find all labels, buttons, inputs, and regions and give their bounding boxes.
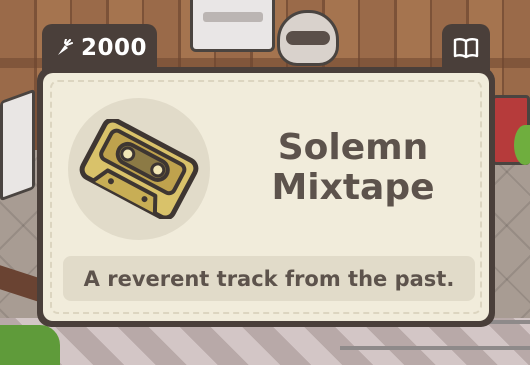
appliance-decoration xyxy=(190,0,275,52)
item-detail-card: Solemn Mixtape A reverent track from the… xyxy=(37,67,495,327)
grass-patch xyxy=(0,325,60,365)
raccoon-character xyxy=(277,10,339,66)
open-book-icon xyxy=(453,37,479,58)
item-name-line-2: Mixtape xyxy=(271,167,435,208)
currency-counter: 2000 xyxy=(42,24,157,71)
carrot-icon xyxy=(58,38,73,55)
currency-value: 2000 xyxy=(81,34,148,61)
item-description: A reverent track from the past. xyxy=(63,256,475,301)
white-chair xyxy=(0,88,35,202)
item-detail-panel: Solemn Mixtape A reverent track from the… xyxy=(43,73,489,321)
plant-leaf xyxy=(514,125,530,165)
item-name: Solemn Mixtape xyxy=(253,128,453,208)
item-name-line-1: Solemn xyxy=(277,127,429,168)
item-image-frame xyxy=(68,98,210,240)
cassette-tape-icon xyxy=(79,119,199,219)
collection-book-button[interactable] xyxy=(442,24,490,71)
